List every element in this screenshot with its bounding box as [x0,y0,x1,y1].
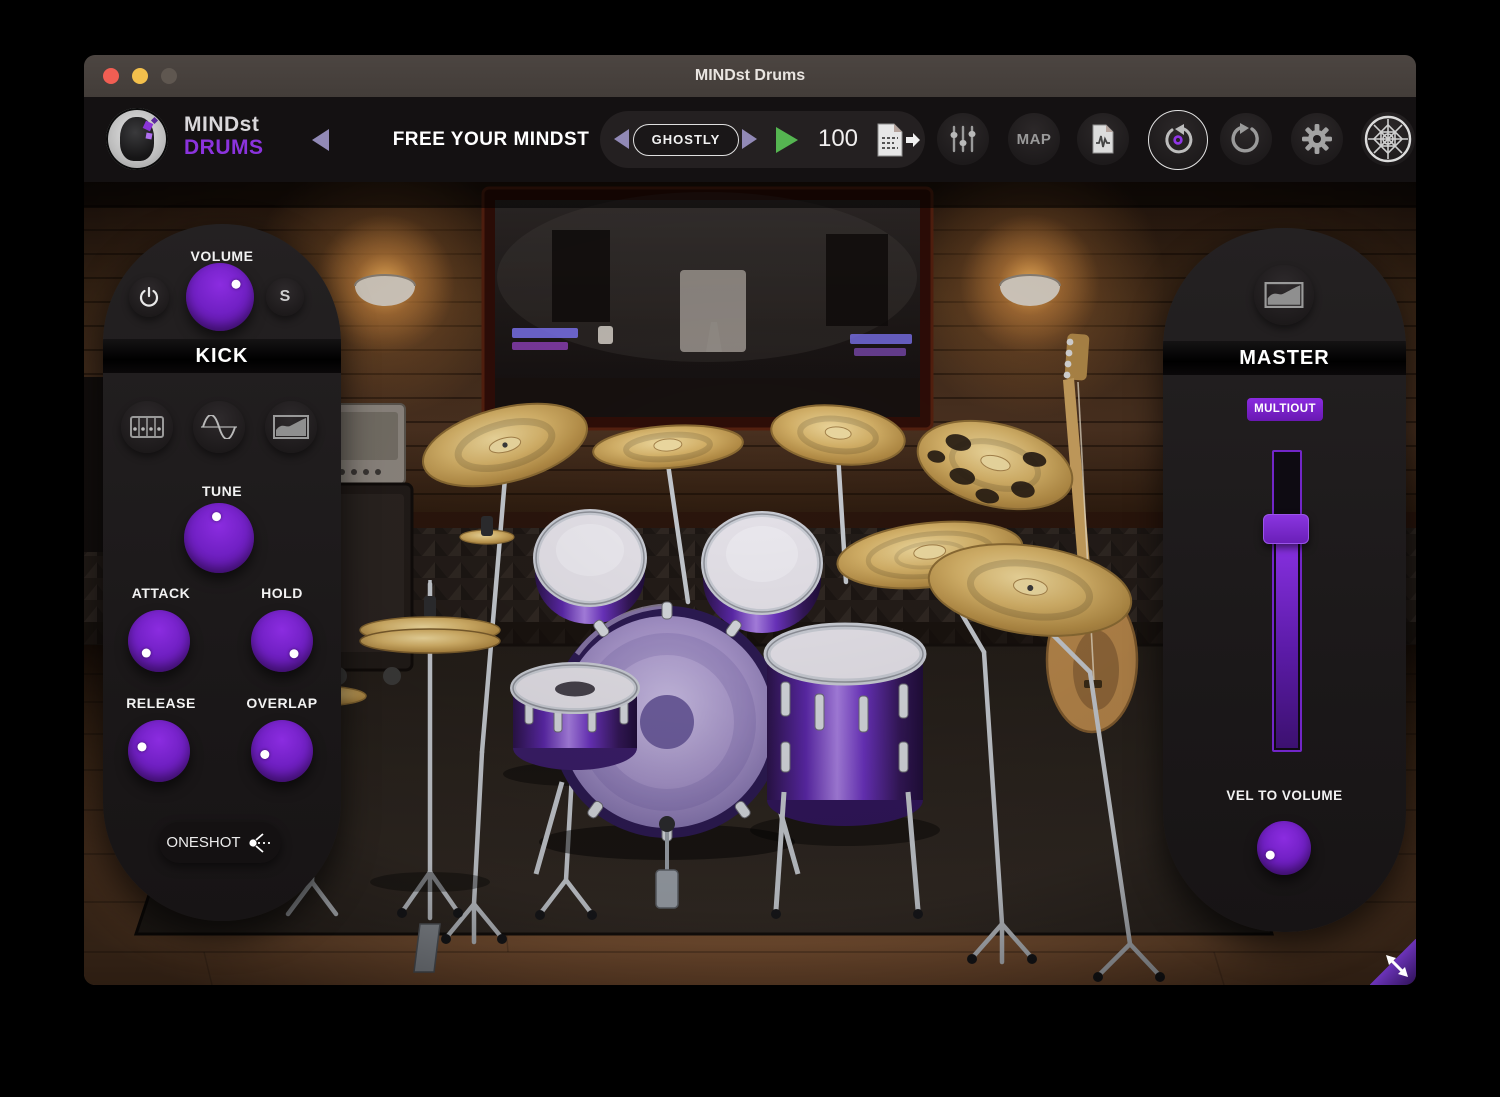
vendor-logo-icon [1364,115,1412,163]
oneshot-label: ONESHOT [166,834,240,851]
preset-group: GHOSTLY 100 [600,111,925,168]
oneshot-trigger-icon [248,832,274,854]
envelope-button[interactable] [265,401,317,453]
bank-prev-button[interactable] [312,129,329,151]
kick-panel: VOLUME S KICK [103,224,341,921]
vel-to-volume-knob[interactable] [1257,821,1311,875]
volume-knob[interactable] [186,263,254,331]
plugin-window: MINDst Drums MINDst DRUMS FREE YOUR MIND… [84,55,1416,985]
resize-arrows-icon [1382,951,1412,981]
step-grid-icon [130,416,164,438]
sample-doc-button[interactable] [1077,113,1129,165]
master-envelope-icon [1264,282,1304,308]
midi-drag-icon[interactable] [872,121,920,159]
power-button[interactable] [129,277,169,317]
window-title: MINDst Drums [84,55,1416,97]
mixer-icon [948,124,978,154]
tempo-value[interactable]: 100 [812,125,864,153]
sine-wave-icon [201,415,237,439]
preset-prev-button[interactable] [614,129,629,149]
waveform-button[interactable] [193,401,245,453]
multiout-button[interactable]: MULTIOUT [1247,398,1323,421]
gear-icon [1301,123,1333,155]
map-button[interactable]: MAP [1008,113,1060,165]
attack-knob[interactable] [128,610,190,672]
toolbar: MINDst DRUMS FREE YOUR MINDST GHOSTLY 10… [84,97,1416,182]
preview-play-button[interactable] [776,127,798,153]
vel-to-volume-label: VEL TO VOLUME [1163,788,1406,803]
vendor-logo-button[interactable] [1361,112,1415,166]
preset-next-button[interactable] [742,129,757,149]
undo-button[interactable] [1148,110,1208,170]
master-fader-fill [1276,528,1298,748]
brand-line2: DRUMS [184,137,264,160]
hold-knob[interactable] [251,610,313,672]
tune-label: TUNE [103,483,341,499]
waveform-doc-icon [1090,123,1116,155]
redo-icon [1230,123,1262,155]
master-title-band: MASTER [1163,341,1406,375]
kick-title-band: KICK [103,339,341,373]
oneshot-button[interactable]: ONESHOT [159,822,281,863]
release-label: RELEASE [103,695,219,711]
master-fader-track[interactable] [1272,450,1302,752]
master-fader-handle[interactable] [1263,514,1309,544]
map-label: MAP [1017,131,1052,148]
step-grid-button[interactable] [121,401,173,453]
undo-icon [1162,124,1194,156]
brand-wordmark: MINDst DRUMS [184,114,264,159]
settings-button[interactable] [1291,113,1343,165]
overlap-knob[interactable] [251,720,313,782]
master-envelope-button[interactable] [1254,265,1314,325]
redo-button[interactable] [1220,113,1272,165]
release-knob[interactable] [128,720,190,782]
titlebar: MINDst Drums [84,55,1416,98]
resize-handle[interactable] [1370,939,1416,985]
solo-button[interactable]: S [266,278,304,316]
brand-line1: MINDst [184,114,264,137]
top-shade [84,182,1416,208]
envelope-icon [273,415,309,439]
mixer-button[interactable] [937,113,989,165]
master-panel: MASTER MULTIOUT VEL TO VOLUME [1163,228,1406,932]
preset-name-button[interactable]: GHOSTLY [633,124,739,156]
tune-knob[interactable] [184,503,254,573]
power-icon [139,287,159,307]
mindst-logo-icon [106,108,168,170]
solo-label: S [280,288,291,306]
overlap-label: OVERLAP [223,695,341,711]
